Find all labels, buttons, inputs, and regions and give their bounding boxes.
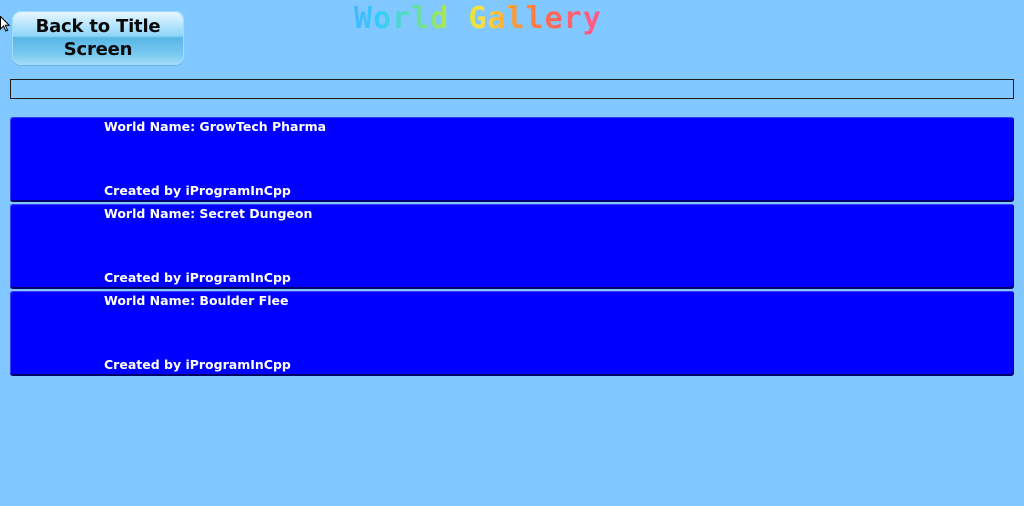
world-list: World Name: GrowTech Pharma Created by i… bbox=[10, 117, 1014, 378]
world-creator: Created by iProgramInCpp bbox=[104, 357, 291, 372]
world-name: World Name: GrowTech Pharma bbox=[104, 119, 327, 134]
world-name: World Name: Boulder Flee bbox=[104, 293, 289, 308]
world-creator: Created by iProgramInCpp bbox=[104, 270, 291, 285]
mouse-pointer-icon bbox=[0, 16, 10, 32]
world-card[interactable]: World Name: Boulder Flee Created by iPro… bbox=[10, 291, 1014, 376]
page-title: World Gallery bbox=[354, 3, 674, 35]
world-name: World Name: Secret Dungeon bbox=[104, 206, 313, 221]
search-input[interactable] bbox=[10, 79, 1014, 99]
world-card[interactable]: World Name: Secret Dungeon Created by iP… bbox=[10, 204, 1014, 289]
back-to-title-label: Back to Title Screen bbox=[35, 16, 161, 60]
world-card[interactable]: World Name: GrowTech Pharma Created by i… bbox=[10, 117, 1014, 202]
world-gallery-screen: Back to Title Screen World Gallery World… bbox=[0, 0, 1024, 506]
world-creator: Created by iProgramInCpp bbox=[104, 183, 291, 198]
back-to-title-button[interactable]: Back to Title Screen bbox=[12, 11, 184, 65]
